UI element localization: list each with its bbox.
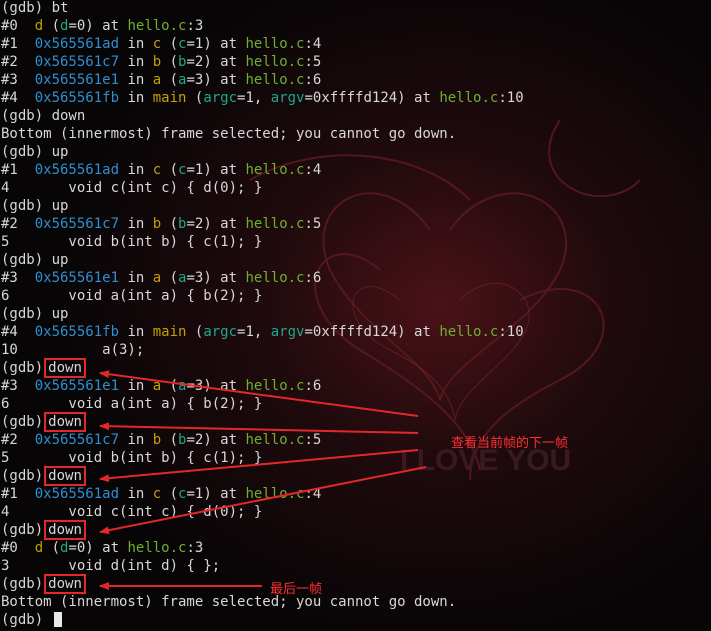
arrow-down-4 — [99, 466, 427, 535]
annotation-view-next-frame: 查看当前帧的下一帧 — [451, 436, 569, 451]
annotation-last-frame: 最后一帧 — [270, 582, 323, 597]
arrow-down-2 — [99, 422, 419, 434]
arrow-down-1 — [99, 370, 419, 417]
annotation-arrows — [99, 370, 427, 590]
arrow-down-3 — [99, 449, 419, 483]
